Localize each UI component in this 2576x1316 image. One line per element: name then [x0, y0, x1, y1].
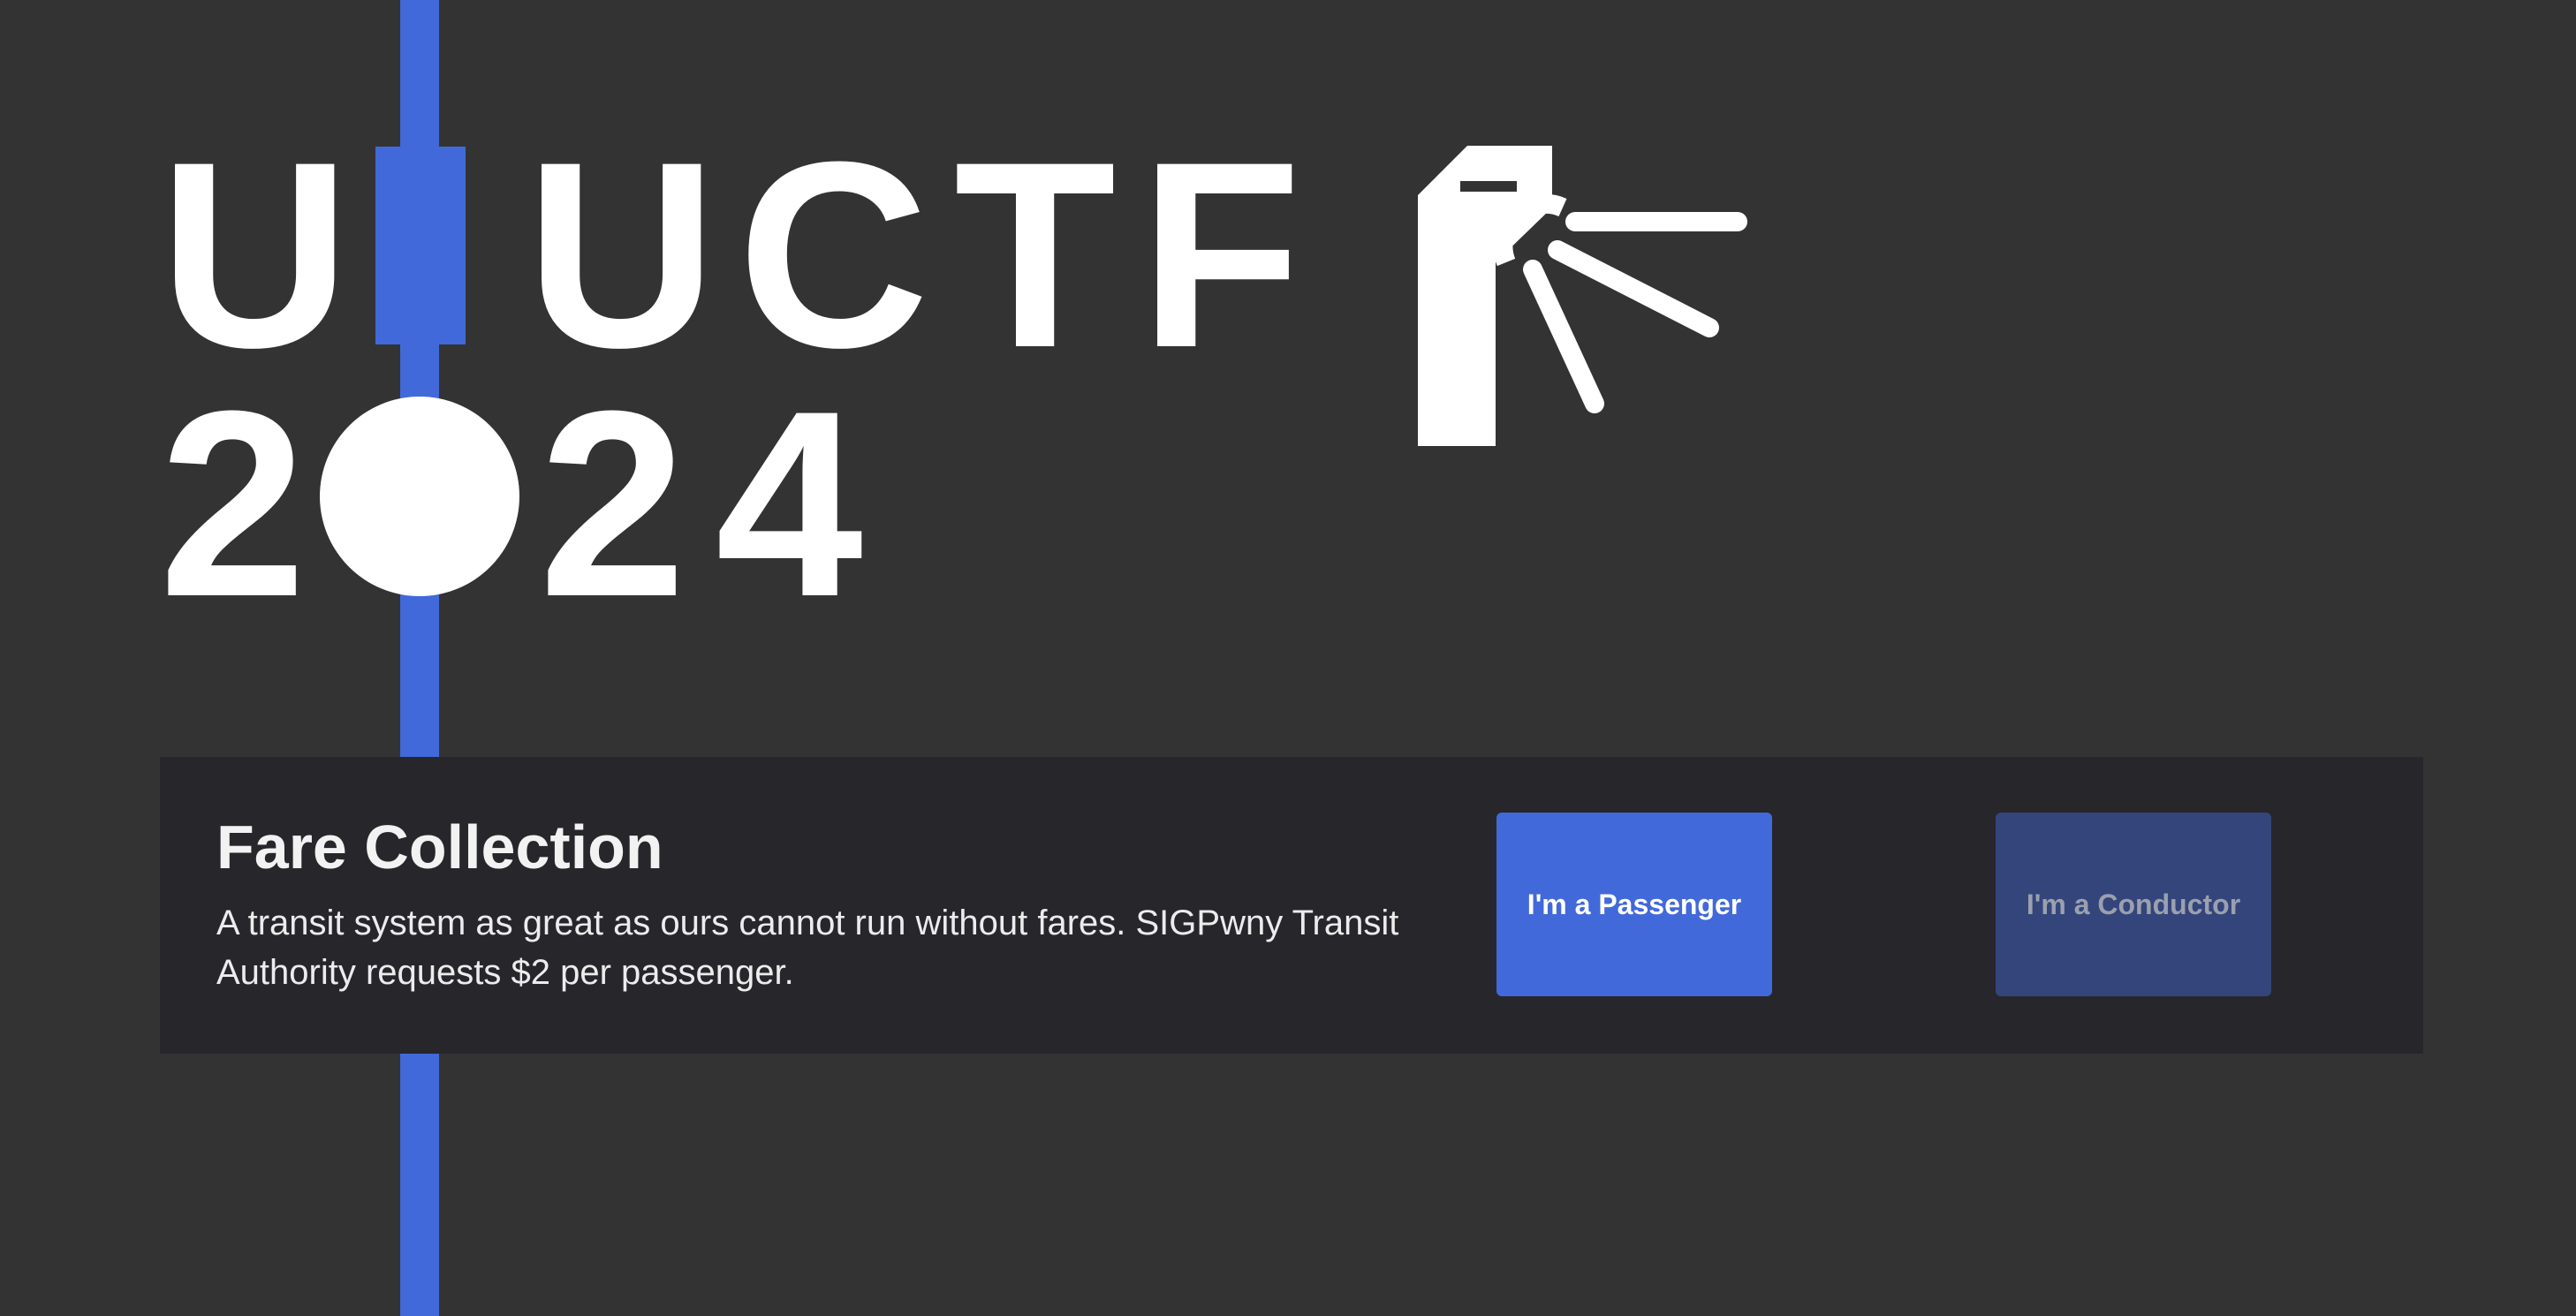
logo-letter-u: U [526, 106, 717, 403]
fare-collection-title: Fare Collection [216, 813, 663, 881]
logo-letter-u: U [159, 106, 351, 403]
logo-digit-2: 2 [539, 355, 686, 652]
logo-row-2024: 2 2 4 [159, 371, 892, 636]
logo-letter-f: F [1140, 106, 1302, 403]
conductor-button[interactable]: I'm a Conductor [1996, 813, 2271, 996]
fare-collection-panel: Fare Collection A transit system as grea… [160, 757, 2423, 1054]
fare-collection-description: A transit system as great as ours cannot… [216, 904, 1399, 992]
page: U U C T F 2 2 4 Fare Collection A transi… [0, 0, 2576, 1316]
logo-letter-c: C [738, 106, 929, 403]
turnstile-icon [1418, 146, 1747, 446]
logo-letter-t: T [954, 106, 1117, 403]
passenger-button[interactable]: I'm a Passenger [1496, 813, 1772, 996]
logo-digit-2: 2 [159, 355, 307, 652]
logo-row-uiuctf: U U C T F [159, 122, 1307, 387]
logo-digit-4: 4 [716, 355, 863, 652]
